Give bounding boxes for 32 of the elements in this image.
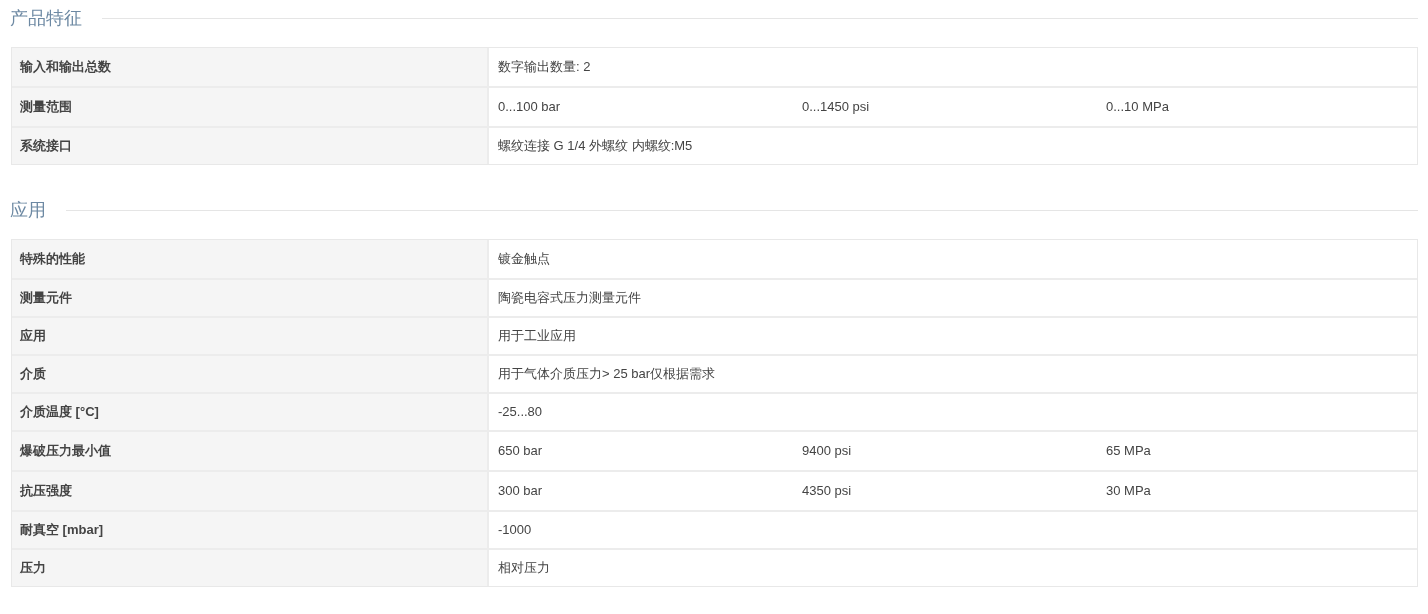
value-text: 用于工业应用 (498, 327, 576, 346)
row-label: 爆破压力最小值 (12, 432, 489, 470)
value-text: 9400 psi (802, 442, 853, 461)
row-label: 抗压强度 (12, 472, 489, 510)
row-label: 应用 (12, 318, 489, 354)
row-label: 特殊的性能 (12, 240, 489, 278)
row-label: 压力 (12, 550, 489, 586)
section-title: 产品特征 (10, 6, 82, 30)
value-text: 650 bar (498, 442, 544, 461)
row-label: 测量范围 (12, 88, 489, 126)
row-label: 输入和输出总数 (12, 48, 489, 86)
row-label: 耐真空 [mbar] (12, 512, 489, 548)
value-text: 300 bar (498, 482, 544, 501)
section-title: 应用 (10, 198, 46, 222)
value-text: 0...100 bar (498, 98, 562, 117)
value-text: 数字输出数量: 2 (498, 58, 591, 77)
value-text: -25...80 (498, 403, 543, 422)
value-text: 30 MPa (1106, 482, 1152, 501)
row-label: 介质 (12, 356, 489, 392)
value-text: 0...10 MPa (1106, 98, 1170, 117)
value-text: -1000 (498, 521, 532, 540)
value-text: 65 MPa (1106, 442, 1152, 461)
value-text: 螺纹连接 G 1/4 外螺纹 内螺纹:M5 (498, 137, 693, 156)
row-label: 介质温度 [°C] (12, 394, 489, 430)
value-text: 陶瓷电容式压力测量元件 (498, 289, 641, 308)
value-text: 镀金触点 (498, 250, 550, 269)
value-text: 4350 psi (802, 482, 853, 501)
value-text: 相对压力 (498, 559, 550, 578)
row-label: 测量元件 (12, 280, 489, 316)
row-label: 系统接口 (12, 128, 489, 164)
value-text: 用于气体介质压力> 25 bar仅根据需求 (498, 365, 716, 384)
value-text: 0...1450 psi (802, 98, 871, 117)
